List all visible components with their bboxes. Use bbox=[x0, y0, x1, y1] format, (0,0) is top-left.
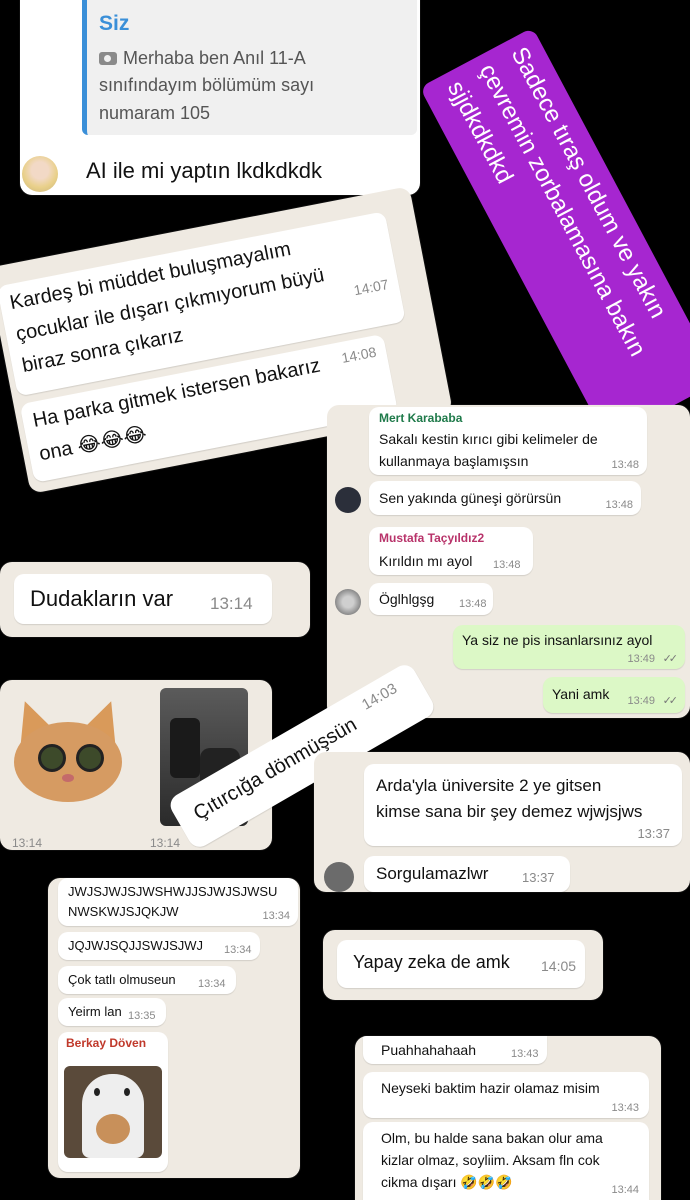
message-text: NWSKWJSJQKJW bbox=[68, 904, 179, 919]
message-time: 13:14 bbox=[210, 594, 253, 613]
message-bubble[interactable]: Mert Karababa Sakalı kestin kırıcı gibi … bbox=[369, 407, 647, 475]
chat-screenshot-puah: Puahhahahaah 13:43 Neyseki baktim hazir … bbox=[355, 1036, 661, 1200]
double-check-icon: ✓✓ bbox=[662, 653, 679, 665]
message-time: 13:37 bbox=[637, 826, 670, 841]
message-text: Olm, bu halde sana bakan olur ama bbox=[381, 1130, 603, 1146]
chat-screenshot-arda: Arda'yla üniversite 2 ye gitsen kimse sa… bbox=[314, 752, 690, 892]
message-text: JQJWJSQJJSWJSJWJ bbox=[68, 938, 204, 953]
chat-screenshot-group: Mert Karababa Sakalı kestin kırıcı gibi … bbox=[327, 405, 690, 718]
message-time: 14:05 bbox=[541, 958, 577, 974]
message-bubble[interactable]: Sorgulamazlwr 13:37 bbox=[364, 856, 570, 892]
message-time: 13:34 bbox=[198, 978, 226, 990]
message-time: 13:34 bbox=[262, 910, 290, 922]
message-bubble[interactable]: Puahhahahaah 13:43 bbox=[363, 1036, 547, 1064]
message-bubble[interactable]: Çok tatlı olmuseun 13:34 bbox=[58, 966, 236, 994]
message-bubble[interactable]: Sen yakında güneşi görürsün 13:48 bbox=[369, 481, 641, 515]
camera-icon bbox=[99, 52, 117, 65]
message-text: Yapay zeka de amk bbox=[353, 952, 510, 972]
message-time: 13:14 bbox=[150, 836, 181, 850]
quoted-message[interactable]: Siz Merhaba ben Anıl 11-A sınıfındayım b… bbox=[82, 0, 417, 135]
avatar[interactable] bbox=[335, 589, 361, 615]
message-time: 13:48 bbox=[459, 598, 487, 610]
sender-name[interactable]: Mustafa Taçyıldız2 bbox=[379, 531, 484, 545]
message-text: Çok tatlı olmuseun bbox=[68, 972, 176, 987]
message-time: 13:49 bbox=[627, 695, 655, 707]
avatar[interactable] bbox=[22, 156, 58, 192]
message-text: Sen yakında güneşi görürsün bbox=[379, 490, 562, 506]
message-text: Ya siz ne pis insanlarsınız ayol bbox=[462, 632, 653, 648]
message-bubble[interactable]: JWJSJWJSJWSHWJJSJWJSJWSU NWSKWJSJQKJW 13… bbox=[58, 878, 298, 926]
quoted-text-line2: sınıfındayım bölümüm sayı bbox=[99, 75, 315, 95]
message-time: 13:34 bbox=[224, 944, 252, 956]
message-time: 13:49 bbox=[627, 653, 655, 665]
caption-line: çevremin zorbalamasına bakın bbox=[473, 59, 652, 361]
message-text: Neyseki baktim hazir olamaz misim bbox=[381, 1080, 600, 1096]
message-time: 13:48 bbox=[611, 459, 639, 471]
message-bubble[interactable]: Olm, bu halde sana bakan olur ama kizlar… bbox=[363, 1122, 649, 1200]
message-time: 13:43 bbox=[511, 1048, 539, 1060]
message-bubble[interactable]: Mustafa Taçyıldız2 Kırıldın mı ayol 13:4… bbox=[369, 527, 533, 575]
message-text: Yani amk bbox=[552, 686, 610, 702]
chat-screenshot-reply: Siz Merhaba ben Anıl 11-A sınıfındayım b… bbox=[20, 0, 420, 195]
message-text: Yeirm lan bbox=[68, 1004, 122, 1019]
chat-screenshot-jwjs: JWJSJWJSJWSHWJJSJWJSJWSU NWSKWJSJQKJW 13… bbox=[48, 878, 300, 1178]
message-bubble[interactable]: Öglhlgşg 13:48 bbox=[369, 583, 493, 615]
message-text: Sorgulamazlwr bbox=[376, 864, 489, 883]
message-bubble[interactable]: Neyseki baktim hazir olamaz misim 13:43 bbox=[363, 1072, 649, 1118]
sender-name[interactable]: Berkay Döven bbox=[66, 1036, 146, 1050]
message-time: 13:35 bbox=[128, 1010, 156, 1022]
quoted-text-line3: numaram 105 bbox=[99, 103, 211, 123]
quoted-sender-name: Siz bbox=[99, 12, 130, 35]
message-time: 14:07 bbox=[352, 275, 390, 299]
message-time: 13:48 bbox=[493, 559, 521, 571]
double-check-icon: ✓✓ bbox=[662, 695, 679, 707]
cat-sticker[interactable] bbox=[6, 694, 130, 804]
message-text: Sakalı kestin kırıcı gibi kelimeler de bbox=[379, 431, 598, 447]
message-bubble[interactable]: Yeirm lan 13:35 bbox=[58, 998, 166, 1026]
sender-name[interactable]: Mert Karababa bbox=[379, 411, 462, 425]
message-text: kullanmaya başlamışsın bbox=[379, 453, 529, 469]
reply-message-text: AI ile mi yaptın lkdkdkdk bbox=[86, 158, 322, 183]
message-text: Dudakların var bbox=[30, 586, 174, 611]
message-text: Öglhlgşg bbox=[379, 591, 435, 607]
message-time: 14:03 bbox=[359, 680, 401, 714]
message-bubble[interactable]: Arda'yla üniversite 2 ye gitsen kimse sa… bbox=[364, 764, 682, 846]
cat-in-ghost-costume-photo[interactable] bbox=[64, 1066, 162, 1158]
avatar[interactable] bbox=[324, 862, 354, 892]
message-time: 13:44 bbox=[611, 1184, 639, 1196]
message-text: JWJSJWJSJWSHWJJSJWJSJWSU bbox=[68, 884, 278, 899]
message-time: 13:14 bbox=[12, 836, 43, 850]
message-time: 13:48 bbox=[605, 499, 633, 511]
message-bubble[interactable]: JQJWJSQJJSWJSJWJ 13:34 bbox=[58, 932, 260, 960]
chat-screenshot-yapay: Yapay zeka de amk 14:05 bbox=[323, 930, 603, 1000]
message-time: 13:43 bbox=[611, 1102, 639, 1114]
message-time: 14:08 bbox=[340, 343, 378, 366]
message-time: 13:37 bbox=[522, 870, 555, 885]
message-bubble[interactable]: Berkay Döven bbox=[58, 1032, 168, 1172]
quoted-text-line1: Merhaba ben Anıl 11-A bbox=[123, 48, 306, 68]
message-text: cikma dışarı 🤣🤣🤣 bbox=[381, 1174, 513, 1190]
story-caption: Sadece tıraş oldum ve yakın çevremin zor… bbox=[419, 27, 690, 441]
message-bubble-outgoing[interactable]: Yani amk 13:49 ✓✓ bbox=[543, 677, 685, 713]
message-bubble[interactable]: Dudakların var 13:14 bbox=[14, 574, 272, 624]
message-text: Puahhahahaah bbox=[381, 1042, 476, 1058]
message-text: Arda'yla üniversite 2 ye gitsen bbox=[376, 776, 602, 795]
message-text: Kırıldın mı ayol bbox=[379, 553, 473, 569]
message-bubble-outgoing[interactable]: Ya siz ne pis insanlarsınız ayol 13:49 ✓… bbox=[453, 625, 685, 669]
message-bubble[interactable]: Yapay zeka de amk 14:05 bbox=[337, 940, 585, 988]
message-text: kimse sana bir şey demez wjwjsjws bbox=[376, 802, 643, 821]
message-text: kizlar olmaz, soyliim. Aksam fln cok bbox=[381, 1152, 600, 1168]
avatar[interactable] bbox=[335, 487, 361, 513]
chat-screenshot-dudak: Dudakların var 13:14 bbox=[0, 562, 310, 637]
